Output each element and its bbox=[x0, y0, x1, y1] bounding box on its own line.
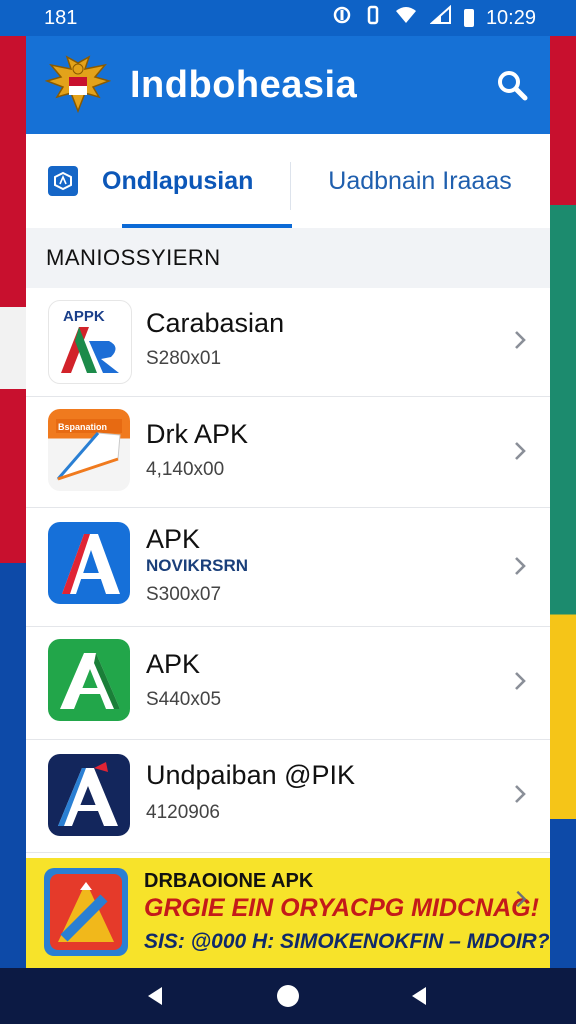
blue-a-apk-icon bbox=[48, 522, 130, 604]
app-title: Indboheasia bbox=[130, 63, 358, 106]
search-button[interactable] bbox=[492, 65, 532, 105]
app-name: Drk APK bbox=[146, 419, 249, 449]
chevron-right-icon bbox=[515, 557, 526, 575]
list-item[interactable]: Undpaiban @PIK 4120906 bbox=[26, 740, 550, 853]
app-name: APK bbox=[146, 649, 201, 679]
battery-icon bbox=[463, 9, 474, 27]
recents-icon bbox=[412, 987, 426, 1005]
tab-uadbnain-iraaas[interactable]: Uadbnain Iraaas bbox=[290, 134, 550, 228]
home-icon bbox=[277, 985, 299, 1007]
app-size: S440x05 bbox=[146, 689, 222, 710]
green-a-apk-icon bbox=[48, 639, 130, 721]
banner-headline: GRGIE EIN ORYACPG MIDCNAG! bbox=[144, 894, 539, 922]
list-item[interactable]: APK S440x05 bbox=[26, 627, 550, 740]
nav-recents-button[interactable] bbox=[400, 976, 440, 1016]
status-bar: 181 10:29 bbox=[0, 0, 576, 36]
app-name: APK bbox=[146, 524, 201, 554]
app-name: Carabasian bbox=[146, 308, 285, 338]
app-size: 4,140x00 bbox=[146, 459, 225, 480]
signal-icon bbox=[429, 4, 452, 31]
banner-subtext: SIS: @000 H: SIMOKENOKFIN – MDOIR? bbox=[144, 930, 550, 953]
app-subtitle: NOVIKRSRN bbox=[146, 556, 249, 575]
list-item[interactable]: APPK Carabasian S280x01 bbox=[26, 288, 550, 397]
tab-label: Uadbnain Iraaas bbox=[328, 166, 512, 195]
chevron-right-icon bbox=[515, 672, 526, 690]
svg-text:APPK: APPK bbox=[63, 308, 105, 325]
list-item[interactable]: Bspanation Drk APK 4,140x00 bbox=[26, 397, 550, 508]
app-size: 4120906 bbox=[146, 802, 220, 823]
svg-text:Bspanation: Bspanation bbox=[58, 422, 107, 432]
tab-bar: Ondlapusian Uadbnain Iraaas bbox=[26, 134, 550, 229]
sync-icon bbox=[332, 5, 352, 31]
app-screen: Indboheasia Ondlapusian Uadbnain Iraaas … bbox=[26, 36, 550, 968]
orange-paper-apk-icon: Bspanation bbox=[48, 409, 130, 491]
vibrate-icon bbox=[364, 5, 382, 31]
navy-a-apk-icon bbox=[48, 754, 130, 836]
back-icon bbox=[148, 987, 162, 1005]
app-bar: Indboheasia bbox=[26, 36, 550, 134]
background-left-stripes bbox=[0, 0, 28, 1024]
background-right-stripes bbox=[548, 0, 576, 1024]
garuda-emblem-icon bbox=[44, 53, 112, 117]
system-nav-bar bbox=[0, 968, 576, 1024]
tab-label: Ondlapusian bbox=[102, 166, 254, 195]
chevron-right-icon bbox=[516, 890, 527, 908]
app-name: Undpaiban @PIK bbox=[146, 760, 356, 790]
apk-promo-icon bbox=[44, 868, 128, 956]
search-icon bbox=[498, 71, 528, 101]
nav-home-button[interactable] bbox=[268, 976, 308, 1016]
app-size: S280x01 bbox=[146, 348, 222, 369]
promo-banner[interactable]: DRBAOIONE APK GRGIE EIN ORYACPG MIDCNAG!… bbox=[26, 858, 550, 968]
status-left-text: 181 bbox=[44, 6, 78, 29]
wifi-icon bbox=[394, 5, 418, 31]
banner-title: DRBAOIONE APK bbox=[144, 870, 314, 892]
chevron-right-icon bbox=[515, 331, 526, 349]
section-header: MANIOSSYIERN bbox=[26, 228, 550, 288]
apk-a-red-blue-icon: APPK bbox=[48, 300, 132, 384]
chevron-right-icon bbox=[515, 785, 526, 803]
app-list: APPK Carabasian S280x01 Bspanation Drk A… bbox=[26, 288, 550, 853]
nav-back-button[interactable] bbox=[136, 976, 176, 1016]
chevron-right-icon bbox=[515, 442, 526, 460]
tab-ondlapusian[interactable]: Ondlapusian bbox=[26, 134, 292, 228]
list-item[interactable]: APK NOVIKRSRN S300x07 bbox=[26, 508, 550, 627]
apk-package-icon bbox=[48, 166, 78, 196]
status-time: 10:29 bbox=[485, 6, 536, 29]
app-size: S300x07 bbox=[146, 584, 222, 605]
